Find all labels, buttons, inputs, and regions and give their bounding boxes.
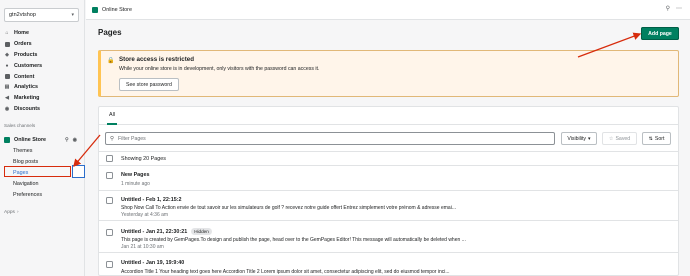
saved-label: Saved	[615, 135, 631, 142]
online-store-label: Online Store	[14, 136, 47, 143]
row-title-text: Untitled - Jan 21, 22:30:21	[121, 228, 188, 235]
chevron-down-icon: ▾	[71, 12, 74, 18]
pages-card: All ⚲ Visibility ▾ ☆ Saved ⇅ Sort Showin…	[98, 106, 679, 276]
filter-input[interactable]	[118, 135, 539, 142]
row-time: Yesterday at 4:36 am	[121, 212, 169, 218]
eye-icon[interactable]: ◉	[73, 137, 77, 143]
topbar: Online Store ⚲ ⋯	[86, 0, 690, 20]
caret-down-icon: ▾	[588, 135, 591, 142]
analytics-icon: ▤	[4, 84, 10, 91]
row-title-text: Untitled - Feb 1, 22:15:2	[121, 197, 182, 203]
sidebar-item-orders[interactable]: Orders	[0, 39, 85, 50]
sidebar-item-navigation[interactable]: Navigation	[0, 178, 85, 189]
sidebar-item-themes[interactable]: Themes	[0, 145, 85, 156]
row-snippet: Accordion Title 1 Your heading text goes…	[121, 269, 450, 275]
table-row[interactable]: Untitled - Feb 1, 22:15:2 Shop Now Call …	[99, 190, 678, 220]
orders-icon	[4, 41, 10, 47]
table-row[interactable]: New Pages 1 minute ago	[99, 165, 678, 190]
sidebar-item-label: Analytics	[14, 84, 38, 91]
sidebar-item-label: Content	[14, 73, 35, 80]
store-name: gtn2vtshop	[9, 12, 36, 18]
sidebar-item-preferences[interactable]: Preferences	[0, 189, 85, 200]
row-title[interactable]: Untitled - Feb 1, 22:15:2	[121, 197, 182, 203]
row-title[interactable]: New Pages	[121, 172, 149, 178]
select-all-checkbox[interactable]	[106, 155, 113, 162]
sidebar-item-products[interactable]: ◈ Products	[0, 50, 85, 61]
products-icon: ◈	[5, 51, 9, 58]
table-row[interactable]: Untitled - Jan 19, 19:9:40 Accordion Tit…	[99, 252, 678, 276]
row-checkbox[interactable]	[106, 172, 113, 179]
apps-label: Apps	[4, 210, 15, 215]
home-icon: ⌂	[5, 30, 9, 37]
row-checkbox[interactable]	[106, 229, 113, 236]
apps-section[interactable]: Apps ›	[4, 210, 19, 215]
visibility-button[interactable]: Visibility ▾	[561, 132, 597, 145]
page-title: Pages	[98, 28, 122, 37]
content-icon	[4, 74, 10, 80]
sidebar-item-label: Orders	[14, 41, 32, 48]
search-icon: ⚲	[110, 135, 115, 142]
sidebar: gtn2vtshop ▾ ⌂ Home Orders ◈ Products ● …	[0, 0, 85, 276]
more-icon[interactable]: ⋯	[676, 5, 682, 12]
sidebar-item-label: Marketing	[14, 95, 40, 102]
sidebar-item-label: Products	[14, 51, 38, 58]
sort-icon: ⇅	[648, 135, 653, 142]
marketing-icon: ◀	[5, 95, 9, 102]
sidebar-item-customers[interactable]: ● Customers	[0, 60, 85, 71]
filter-field[interactable]: ⚲	[105, 132, 555, 145]
store-access-banner: 🔒 Store access is restricted While your …	[98, 50, 679, 97]
sidebar-item-online-store[interactable]: Online Store ⚲ ◉	[0, 134, 85, 145]
visibility-label: Visibility	[567, 135, 587, 142]
lock-icon: 🔒	[107, 58, 115, 64]
sales-channels-label: Sales channels	[4, 123, 36, 128]
banner-message: While your online store is in developmen…	[119, 66, 320, 72]
row-title[interactable]: Untitled - Jan 21, 22:30:21 Hidden	[121, 228, 212, 235]
row-checkbox[interactable]	[106, 197, 113, 204]
sidebar-item-marketing[interactable]: ◀ Marketing	[0, 93, 85, 104]
add-page-button[interactable]: Add page	[641, 27, 679, 40]
see-store-password-button[interactable]: See store password	[119, 78, 179, 91]
list-header: Showing 20 Pages	[99, 151, 678, 165]
sidebar-item-analytics[interactable]: ▤ Analytics	[0, 82, 85, 93]
tabs: All	[99, 107, 678, 125]
sidebar-item-discounts[interactable]: ◉ Discounts	[0, 104, 85, 115]
pin-icon[interactable]: ⚲	[666, 5, 670, 12]
store-icon	[92, 6, 98, 13]
showing-count: Showing 20 Pages	[121, 155, 166, 162]
banner-title: Store access is restricted	[119, 56, 194, 63]
main-nav: ⌂ Home Orders ◈ Products ● Customers Con…	[0, 28, 85, 114]
chevron-right-icon: ›	[16, 210, 19, 215]
saved-button[interactable]: ☆ Saved	[602, 132, 637, 145]
sidebar-item-label: Home	[14, 30, 29, 37]
sidebar-item-label: Customers	[14, 62, 43, 69]
focus-box	[72, 165, 85, 178]
sidebar-item-label: Discounts	[14, 105, 41, 112]
pages-annotation-box	[4, 166, 71, 177]
row-time: 1 minute ago	[121, 181, 150, 187]
pin-icon[interactable]: ⚲	[65, 137, 69, 143]
row-checkbox[interactable]	[106, 261, 113, 268]
table-row[interactable]: Untitled - Jan 21, 22:30:21 Hidden This …	[99, 220, 678, 252]
sort-button[interactable]: ⇅ Sort	[642, 132, 671, 145]
row-title-text: Untitled - Jan 19, 19:9:40	[121, 260, 185, 266]
row-title[interactable]: Untitled - Jan 19, 19:9:40	[121, 260, 184, 266]
row-snippet: This page is created by GemPages.To desi…	[121, 237, 466, 243]
row-title-text: New Pages	[121, 172, 150, 178]
row-time: Jan 21 at 10:30 am	[121, 244, 164, 250]
discounts-icon: ◉	[4, 105, 10, 112]
customers-icon: ●	[5, 62, 9, 69]
store-selector[interactable]: gtn2vtshop ▾	[4, 8, 79, 22]
sort-label: Sort	[654, 135, 665, 142]
store-icon	[4, 136, 10, 143]
tab-all[interactable]: All	[107, 112, 117, 125]
topbar-title: Online Store	[102, 6, 132, 13]
star-icon: ☆	[608, 135, 614, 142]
sidebar-item-content[interactable]: Content	[0, 71, 85, 82]
row-snippet: Shop Now Call To Action envie de tout sa…	[121, 205, 456, 211]
sidebar-item-home[interactable]: ⌂ Home	[0, 28, 85, 39]
status-badge: Hidden	[191, 228, 212, 235]
